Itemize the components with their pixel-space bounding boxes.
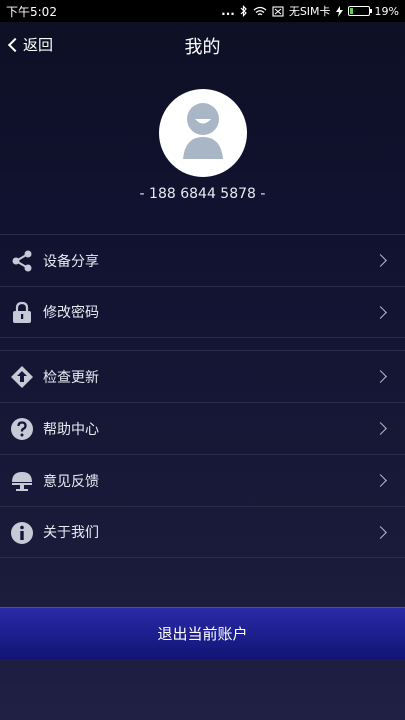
- chevron-right-icon: [374, 370, 387, 383]
- charging-icon: [335, 5, 343, 17]
- menu-item-label: 设备分享: [43, 253, 99, 270]
- info-icon: [11, 522, 33, 544]
- menu-item-label: 检查更新: [43, 369, 99, 386]
- logout-label: 退出当前账户: [157, 625, 248, 643]
- lock-icon: [13, 301, 31, 323]
- menu-item-label: 意见反馈: [43, 473, 99, 490]
- share-icon: [12, 250, 32, 272]
- chevron-right-icon: [374, 474, 387, 487]
- phone-number: - 188 6844 5878 -: [139, 186, 266, 202]
- menu-item-help-center[interactable]: 帮助中心: [0, 402, 405, 454]
- feedback-icon: [12, 472, 32, 491]
- status-time: 下午5:02: [6, 4, 57, 19]
- battery-percent: 19%: [374, 4, 399, 18]
- no-sim-icon: [272, 5, 284, 17]
- nav-bar: 返回 我的: [0, 22, 405, 68]
- chevron-right-icon: [374, 305, 387, 319]
- chevron-right-icon: [374, 254, 387, 267]
- menu-item-about-us[interactable]: 关于我们: [0, 506, 405, 558]
- bluetooth-icon: [240, 5, 247, 17]
- page-title: 我的: [184, 37, 221, 58]
- sim-status: 无SIM卡: [288, 5, 331, 18]
- chevron-right-icon: [374, 525, 387, 539]
- help-icon: [11, 418, 33, 440]
- menu-item-feedback[interactable]: 意见反馈: [0, 454, 405, 506]
- menu-item-change-password[interactable]: 修改密码: [0, 286, 405, 338]
- menu-item-check-update[interactable]: 检查更新: [0, 350, 405, 402]
- update-icon: [11, 366, 33, 388]
- menu-group-account: 设备分享 修改密码: [0, 234, 405, 338]
- user-avatar-icon: [183, 103, 223, 159]
- wifi-icon: [253, 6, 267, 15]
- battery-icon: [347, 6, 372, 16]
- menu-item-device-share[interactable]: 设备分享: [0, 234, 405, 286]
- more-dots: ...: [221, 4, 235, 18]
- menu-group-support: 检查更新 帮助中心 意见反馈 关于我们: [0, 350, 405, 558]
- status-indicators: ... 无SIM卡 19%: [221, 3, 399, 19]
- status-bar: 下午5:02 ... 无SIM卡 19%: [0, 0, 405, 22]
- chevron-right-icon: [374, 422, 387, 435]
- avatar[interactable]: [159, 89, 247, 177]
- menu-item-label: 修改密码: [43, 305, 99, 321]
- battery-fill: [349, 8, 353, 14]
- menu-item-label: 关于我们: [43, 525, 99, 541]
- logout-button[interactable]: 退出当前账户: [0, 607, 405, 659]
- menu-item-label: 帮助中心: [43, 421, 99, 438]
